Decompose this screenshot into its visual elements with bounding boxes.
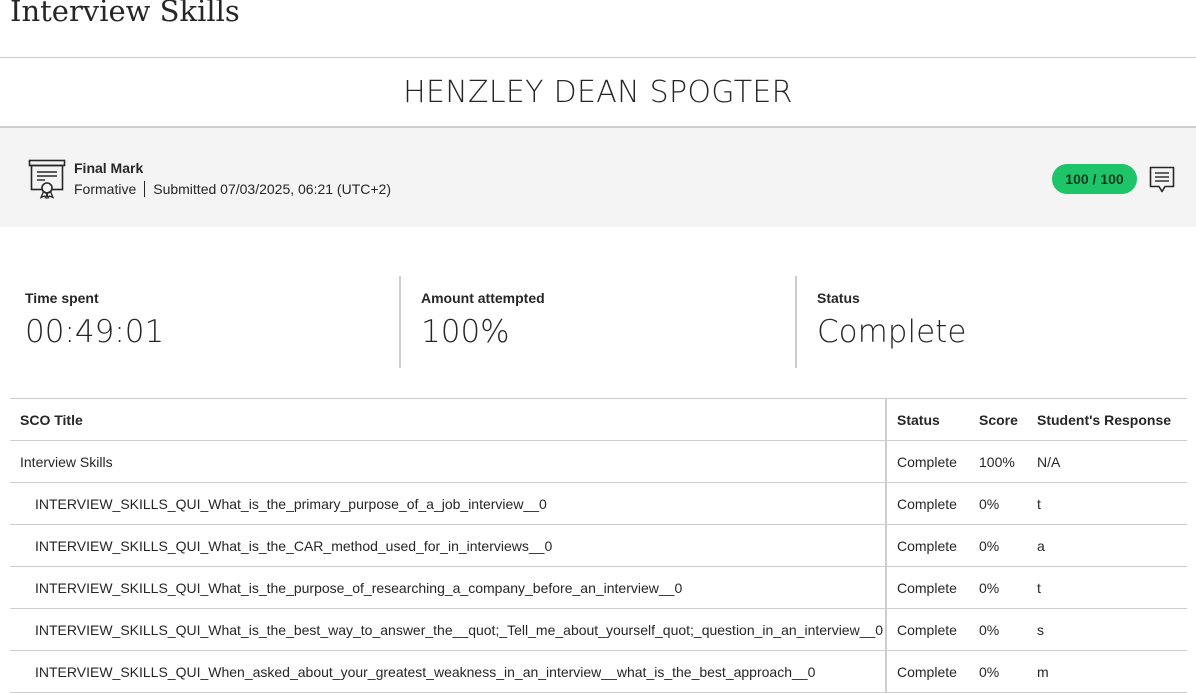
table-row: Interview Skills Complete 100% N/A [10,440,1187,483]
feedback-icon[interactable] [1149,166,1175,194]
stat-time-spent: Time spent 00:49:01 [25,276,395,368]
divider [0,57,1196,58]
cell-response: t [1027,566,1187,609]
cell-score: 0% [969,482,1027,525]
divider [399,276,401,368]
stat-label: Amount attempted [421,290,545,306]
table-row: INTERVIEW_SKILLS_QUI_What_is_the_CAR_met… [10,524,1187,567]
cell-score: 0% [969,608,1027,651]
stat-value: 100% [421,314,510,350]
table-row: INTERVIEW_SKILLS_QUI_What_is_the_primary… [10,482,1187,525]
cell-score: 0% [969,566,1027,609]
table-row: INTERVIEW_SKILLS_QUI_What_is_the_purpose… [10,566,1187,609]
sco-table: SCO Title Status Score Student's Respons… [10,398,1187,693]
column-header-response[interactable]: Student's Response [1027,398,1187,441]
stat-label: Status [817,290,860,306]
final-mark-label: Final Mark [74,160,144,176]
separator [144,181,146,197]
cell-status: Complete [886,566,969,609]
column-header-status[interactable]: Status [886,398,969,441]
cell-sco-title: Interview Skills [10,440,887,483]
cell-response: a [1027,524,1187,567]
score-badge: 100 / 100 [1052,164,1137,194]
cell-score: 0% [969,524,1027,567]
cell-response: N/A [1027,440,1187,483]
stat-status: Status Complete [817,276,1187,368]
column-header-score[interactable]: Score [969,398,1027,441]
cell-sco-title: INTERVIEW_SKILLS_QUI_What_is_the_best_wa… [10,608,887,651]
page-title: Interview Skills [10,0,240,28]
cell-score: 100% [969,440,1027,483]
cell-response: m [1027,650,1187,693]
cell-sco-title: INTERVIEW_SKILLS_QUI_When_asked_about_yo… [10,650,887,693]
cell-response: t [1027,482,1187,525]
cell-status: Complete [886,482,969,525]
submitted-date: Submitted 07/03/2025, 06:21 (UTC+2) [153,181,391,197]
table-row: INTERVIEW_SKILLS_QUI_What_is_the_best_wa… [10,608,1187,651]
table-row: INTERVIEW_SKILLS_QUI_When_asked_about_yo… [10,650,1187,693]
cell-sco-title: INTERVIEW_SKILLS_QUI_What_is_the_primary… [10,482,887,525]
stat-value: 00:49:01 [25,314,165,350]
cell-score: 0% [969,650,1027,693]
cell-sco-title: INTERVIEW_SKILLS_QUI_What_is_the_CAR_met… [10,524,887,567]
cell-status: Complete [886,608,969,651]
student-name: HENZLEY DEAN SPOGTER [403,75,793,110]
cell-sco-title: INTERVIEW_SKILLS_QUI_What_is_the_purpose… [10,566,887,609]
assessment-type: Formative [74,181,137,197]
cell-status: Complete [886,650,969,693]
cell-status: Complete [886,524,969,567]
stat-label: Time spent [25,290,99,306]
final-mark-panel: Final Mark Formative Submitted 07/03/2025… [0,128,1196,227]
cell-status: Complete [886,440,969,483]
final-mark-meta: Formative Submitted 07/03/2025, 06:21 (UT… [74,181,391,197]
stat-amount-attempted: Amount attempted 100% [421,276,791,368]
stat-value: Complete [817,314,967,350]
cell-response: s [1027,608,1187,651]
table-header-row: SCO Title Status Score Student's Respons… [10,398,1187,441]
divider [795,276,797,368]
column-header-sco-title[interactable]: SCO Title [10,398,887,441]
certificate-icon [28,159,66,199]
summary-stats: Time spent 00:49:01 Amount attempted 100… [0,276,1196,368]
